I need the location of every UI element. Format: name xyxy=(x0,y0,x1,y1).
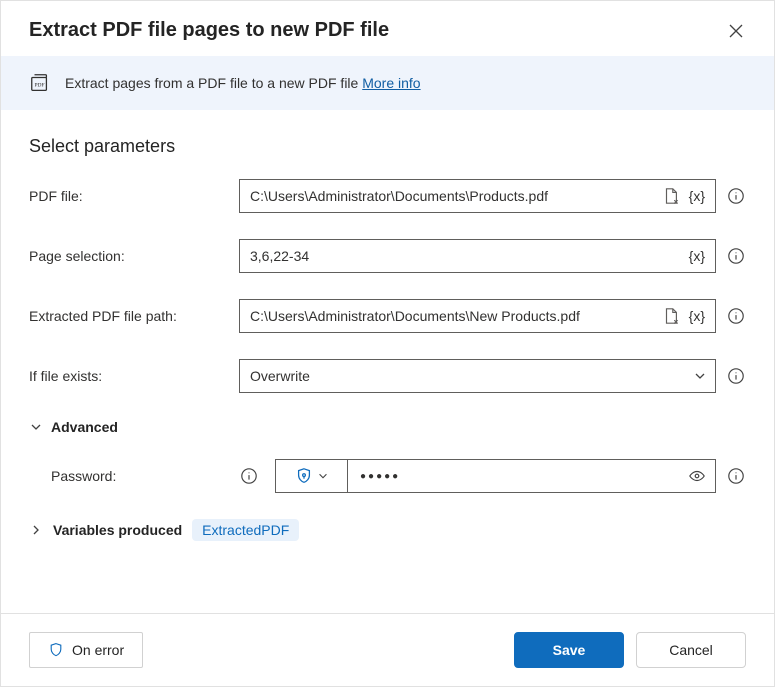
password-compound: ●●●●● xyxy=(275,459,716,493)
shield-lock-icon xyxy=(295,467,313,485)
row-pdf-file: PDF file: C:\Users\Administrator\Documen… xyxy=(29,179,746,213)
chevron-right-icon xyxy=(29,523,43,537)
chevron-down-icon xyxy=(693,369,707,383)
variable-picker-icon[interactable]: {x} xyxy=(687,248,707,264)
chevron-down-icon xyxy=(317,470,329,482)
row-password: Password: ●●●●● xyxy=(29,459,746,493)
section-title: Select parameters xyxy=(29,136,746,157)
info-icon[interactable] xyxy=(726,466,746,486)
chevron-down-icon xyxy=(29,420,43,434)
label-if-exists: If file exists: xyxy=(29,368,229,384)
on-error-button[interactable]: On error xyxy=(29,632,143,668)
row-extracted-path: Extracted PDF file path: C:\Users\Admini… xyxy=(29,299,746,333)
close-button[interactable] xyxy=(726,21,746,41)
row-if-exists: If file exists: Overwrite xyxy=(29,359,746,393)
banner-text: Extract pages from a PDF file to a new P… xyxy=(65,75,421,91)
save-button[interactable]: Save xyxy=(514,632,624,668)
close-icon xyxy=(729,24,743,38)
more-info-link[interactable]: More info xyxy=(362,75,420,91)
info-banner: PDF Extract pages from a PDF file to a n… xyxy=(1,56,774,110)
row-page-selection: Page selection: 3,6,22-34 {x} xyxy=(29,239,746,273)
variable-badge[interactable]: ExtractedPDF xyxy=(192,519,299,541)
info-icon[interactable] xyxy=(726,366,746,386)
svg-text:PDF: PDF xyxy=(35,83,45,89)
label-extracted-path: Extracted PDF file path: xyxy=(29,308,229,324)
secure-input-mode-button[interactable] xyxy=(276,460,348,492)
eye-icon[interactable] xyxy=(687,466,707,486)
cancel-button[interactable]: Cancel xyxy=(636,632,746,668)
input-password[interactable]: ●●●●● xyxy=(348,460,715,492)
variables-produced-toggle[interactable]: Variables produced ExtractedPDF xyxy=(29,519,746,541)
variable-picker-icon[interactable]: {x} xyxy=(687,308,707,324)
label-password: Password: xyxy=(29,468,229,484)
info-icon[interactable] xyxy=(726,246,746,266)
label-page-selection: Page selection: xyxy=(29,248,229,264)
pdf-icon: PDF xyxy=(29,72,51,94)
file-picker-icon[interactable] xyxy=(661,306,681,326)
label-pdf-file: PDF file: xyxy=(29,188,229,204)
input-page-selection[interactable]: 3,6,22-34 {x} xyxy=(239,239,716,273)
content-area: Select parameters PDF file: C:\Users\Adm… xyxy=(1,110,774,613)
info-icon[interactable] xyxy=(726,306,746,326)
file-picker-icon[interactable] xyxy=(661,186,681,206)
variable-picker-icon[interactable]: {x} xyxy=(687,188,707,204)
select-if-exists[interactable]: Overwrite xyxy=(239,359,716,393)
input-extracted-path[interactable]: C:\Users\Administrator\Documents\New Pro… xyxy=(239,299,716,333)
info-icon[interactable] xyxy=(239,466,259,486)
input-pdf-file[interactable]: C:\Users\Administrator\Documents\Product… xyxy=(239,179,716,213)
dialog-footer: On error Save Cancel xyxy=(1,613,774,686)
advanced-toggle[interactable]: Advanced xyxy=(29,419,746,435)
dialog-title: Extract PDF file pages to new PDF file xyxy=(29,19,389,42)
info-icon[interactable] xyxy=(726,186,746,206)
dialog-header: Extract PDF file pages to new PDF file xyxy=(1,1,774,56)
shield-icon xyxy=(48,642,64,658)
